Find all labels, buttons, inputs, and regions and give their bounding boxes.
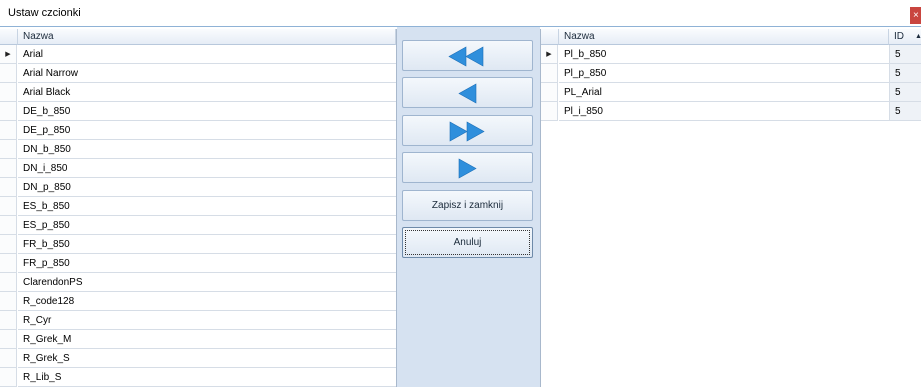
font-id-cell: 5 (889, 102, 921, 120)
sort-ascending-icon: ▲ (915, 29, 921, 44)
row-indicator[interactable] (0, 292, 17, 311)
table-row[interactable]: DE_p_850 (18, 121, 396, 140)
row-indicator[interactable] (0, 330, 17, 349)
row-indicator[interactable] (0, 102, 17, 121)
row-indicator[interactable] (0, 235, 17, 254)
move-left-button[interactable] (402, 77, 533, 108)
font-name-cell: R_Grek_S (23, 353, 70, 364)
close-button[interactable]: × (910, 7, 921, 24)
column-header-id-label: ID (894, 31, 904, 42)
font-name-cell: Arial (23, 49, 44, 60)
available-fonts-grid: Nazwa ▶ Arial Arial Narrow Arial Black DE_b_… (0, 29, 397, 387)
double-left-arrow-icon (448, 46, 484, 67)
font-name-cell: R_Lib_S (23, 372, 62, 383)
transfer-buttons-panel: Zapisz i zamknij Anuluj (397, 27, 540, 387)
move-all-right-button[interactable] (402, 115, 533, 146)
row-indicator[interactable]: ▶ (541, 45, 558, 64)
row-indicator[interactable] (0, 273, 17, 292)
table-row[interactable]: ES_b_850 (18, 197, 396, 216)
font-name-cell: DN_b_850 (23, 144, 71, 155)
font-name-cell: Pl_i_850 (564, 106, 603, 117)
font-name-cell: Pl_b_850 (564, 49, 607, 60)
table-row[interactable]: FR_b_850 (18, 235, 396, 254)
row-indicator[interactable]: ▶ (0, 45, 17, 64)
font-name-cell: R_code128 (23, 296, 75, 307)
table-row[interactable]: Arial Black (18, 83, 396, 102)
row-indicator[interactable] (541, 83, 558, 102)
font-name-cell: Arial Black (23, 87, 71, 98)
font-name-cell: ES_p_850 (23, 220, 70, 231)
table-row[interactable]: R_code128 (18, 292, 396, 311)
font-name-cell: ES_b_850 (23, 201, 70, 212)
font-name-cell: PL_Arial (564, 87, 602, 98)
double-right-arrow-icon (449, 121, 485, 142)
font-name-cell: DN_p_850 (23, 182, 71, 193)
table-row[interactable]: FR_p_850 (18, 254, 396, 273)
font-id-cell: 5 (889, 83, 921, 101)
row-indicator[interactable] (0, 216, 17, 235)
font-name-cell: ClarendonPS (23, 277, 83, 288)
font-name-cell: R_Grek_M (23, 334, 72, 345)
row-indicator[interactable] (0, 178, 17, 197)
font-name-cell: DE_b_850 (23, 106, 71, 117)
table-row[interactable]: DN_p_850 (18, 178, 396, 197)
table-row[interactable]: ES_p_850 (18, 216, 396, 235)
font-name-cell: FR_p_850 (23, 258, 70, 269)
table-row[interactable]: DE_b_850 (18, 102, 396, 121)
right-arrow-icon (458, 158, 477, 179)
column-header-name[interactable]: Nazwa (18, 29, 396, 45)
table-row[interactable]: Pl_b_850 5 (559, 45, 921, 64)
move-all-left-button[interactable] (402, 40, 533, 71)
font-name-cell: R_Cyr (23, 315, 52, 326)
font-name-cell: Pl_p_850 (564, 68, 607, 79)
table-row[interactable]: Pl_p_850 5 (559, 64, 921, 83)
table-row[interactable]: Pl_i_850 5 (559, 102, 921, 121)
row-indicator[interactable] (541, 102, 558, 121)
row-indicator[interactable] (0, 197, 17, 216)
font-name-cell: FR_b_850 (23, 239, 70, 250)
row-indicator-header (0, 29, 18, 45)
row-indicator[interactable] (0, 311, 17, 330)
row-indicator[interactable] (0, 121, 17, 140)
table-row[interactable]: R_Grek_M (18, 330, 396, 349)
table-row[interactable]: Arial Narrow (18, 64, 396, 83)
row-indicator[interactable] (0, 64, 17, 83)
row-indicator[interactable] (0, 349, 17, 368)
cancel-button[interactable]: Anuluj (402, 227, 533, 258)
column-header-name[interactable]: Nazwa (559, 29, 889, 45)
table-row[interactable]: R_Lib_S (18, 368, 396, 387)
row-indicator-header (541, 29, 559, 45)
focus-rectangle (405, 230, 530, 255)
close-icon: × (913, 10, 919, 21)
font-name-cell: DN_i_850 (23, 163, 68, 174)
table-row[interactable]: R_Cyr (18, 311, 396, 330)
table-row[interactable]: ClarendonPS (18, 273, 396, 292)
font-name-cell: DE_p_850 (23, 125, 71, 136)
font-name-cell: Arial Narrow (23, 68, 79, 79)
row-indicator[interactable] (0, 140, 17, 159)
save-and-close-button[interactable]: Zapisz i zamknij (402, 190, 533, 221)
table-row[interactable]: Arial (18, 45, 396, 64)
table-row[interactable]: DN_i_850 (18, 159, 396, 178)
font-id-cell: 5 (889, 64, 921, 82)
row-indicator[interactable] (541, 64, 558, 83)
left-arrow-icon (458, 83, 477, 104)
move-right-button[interactable] (402, 152, 533, 183)
title-bar: Ustaw czcionki × (0, 0, 921, 27)
window-title: Ustaw czcionki (8, 7, 81, 19)
table-row[interactable]: DN_b_850 (18, 140, 396, 159)
row-indicator[interactable] (0, 159, 17, 178)
table-row[interactable]: PL_Arial 5 (559, 83, 921, 102)
row-indicator[interactable] (0, 254, 17, 273)
selected-fonts-grid: Nazwa ID ▲ ▶Pl_b_8505Pl_p_8505PL_Arial5P… (540, 29, 921, 387)
column-header-id[interactable]: ID ▲ (889, 29, 921, 45)
table-row[interactable]: R_Grek_S (18, 349, 396, 368)
font-id-cell: 5 (889, 45, 921, 63)
row-indicator[interactable] (0, 368, 17, 387)
row-indicator[interactable] (0, 83, 17, 102)
